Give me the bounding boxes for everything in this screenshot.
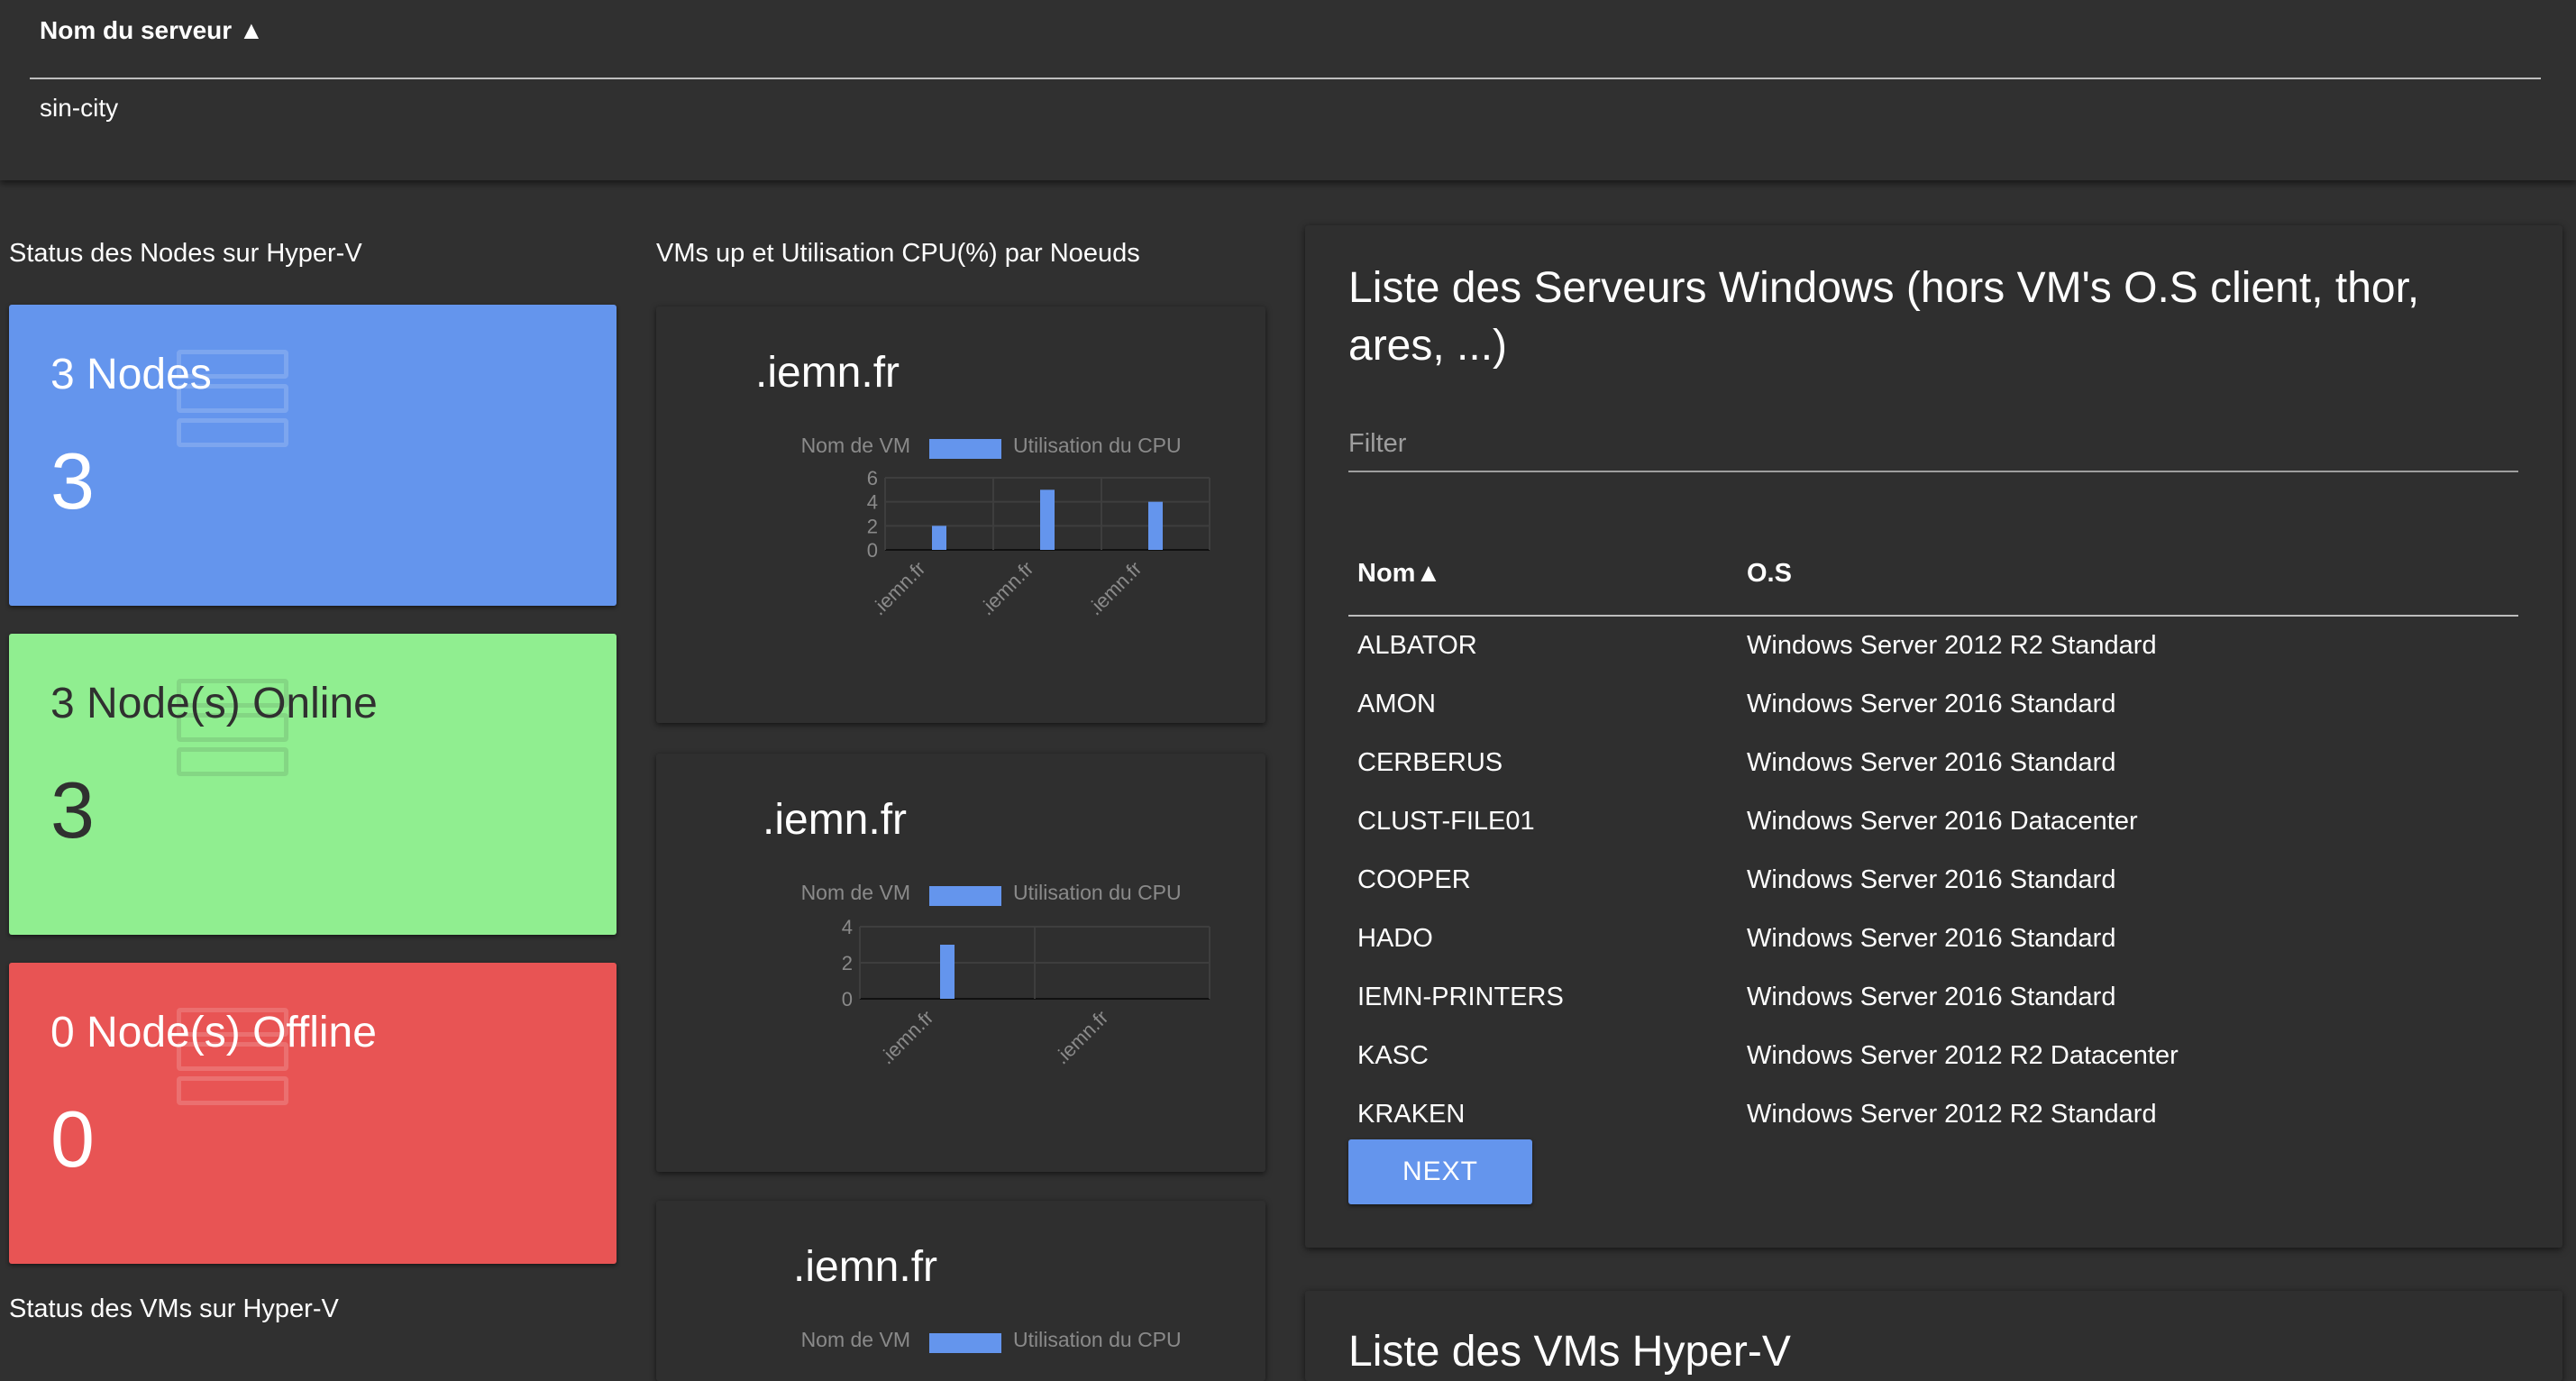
bar	[1040, 489, 1055, 550]
vms-cpu-title: VMs up et Utilisation CPU(%) par Noeuds	[656, 239, 1140, 268]
column-header-os[interactable]: O.S	[1738, 532, 2518, 617]
legend-label: Utilisation du CPU	[1013, 434, 1182, 457]
nodes-offline-card: 0 Node(s) Offline 0	[9, 963, 617, 1264]
table-row[interactable]: AMON Windows Server 2016 Standard	[1348, 675, 2518, 734]
table-row[interactable]: HADO Windows Server 2016 Standard	[1348, 910, 2518, 968]
server-os-cell: Windows Server 2016 Standard	[1747, 924, 2116, 953]
server-name-cell: CLUST-FILE01	[1357, 807, 1535, 836]
bar	[940, 945, 955, 999]
y-tick-label: 6	[867, 467, 878, 489]
nodes-total-card: 3 Nodes 3	[9, 305, 617, 606]
table-row[interactable]: ALBATOR Windows Server 2012 R2 Standard	[1348, 616, 2518, 675]
card-count: 3	[50, 436, 95, 526]
y-tick-label: 0	[867, 539, 878, 562]
server-name-cell: KASC	[1357, 1041, 1429, 1070]
table-row[interactable]: KRAKEN Windows Server 2012 R2 Standard	[1348, 1085, 2518, 1144]
card-label: 3 Nodes	[50, 351, 212, 398]
legend-label: Nom de VM	[801, 434, 910, 457]
legend-label: Nom de VM	[801, 881, 910, 904]
card-label: 0 Node(s) Offline	[50, 1009, 377, 1056]
y-tick-label: 0	[842, 988, 853, 1011]
y-tick-label: 2	[842, 952, 853, 974]
x-tick-label: .iemn.fr	[867, 557, 930, 620]
table-row[interactable]: KASC Windows Server 2012 R2 Datacenter	[1348, 1027, 2518, 1085]
table-row[interactable]: IEMN-PRINTERS Windows Server 2016 Standar…	[1348, 968, 2518, 1027]
table-row[interactable]: CERBERUS Windows Server 2016 Standard	[1348, 734, 2518, 792]
server-name-cell: ALBATOR	[1357, 631, 1477, 660]
column-header-name[interactable]: Nom▲	[1348, 532, 1738, 617]
node-chart-card: .iemn.fr Nom de VM Utilisation du CPU	[656, 1201, 1265, 1381]
header-divider	[30, 78, 2541, 79]
servers-panel-title: Liste des Serveurs Windows (hors VM's O.…	[1348, 264, 2420, 370]
x-tick-label: .iemn.fr	[875, 1006, 938, 1069]
card-label: 3 Node(s) Online	[50, 680, 378, 727]
server-os-cell: Windows Server 2016 Standard	[1747, 748, 2116, 777]
server-os-cell: Windows Server 2012 R2 Standard	[1747, 1100, 2157, 1129]
server-name-cell: HADO	[1357, 924, 1433, 953]
server-os-cell: Windows Server 2016 Standard	[1747, 983, 2116, 1011]
table-header-row: Nom▲ O.S	[1348, 532, 2518, 617]
server-os-cell: Windows Server 2012 R2 Standard	[1747, 631, 2157, 660]
windows-servers-panel: Liste des Serveurs Windows (hors VM's O.…	[1305, 225, 2562, 1248]
vms-status-title: Status des VMs sur Hyper-V	[9, 1294, 339, 1323]
server-header: Nom du serveur ▲ sin-city	[0, 0, 2576, 180]
legend-label: Utilisation du CPU	[1013, 1328, 1182, 1351]
server-os-cell: Windows Server 2012 R2 Datacenter	[1747, 1041, 2179, 1070]
nodes-online-card: 3 Node(s) Online 3	[9, 634, 617, 935]
server-os-cell: Windows Server 2016 Standard	[1747, 690, 2116, 718]
x-tick-label: .iemn.fr	[975, 557, 1038, 620]
bar	[1148, 501, 1163, 550]
sort-ascending-icon: ▲	[238, 16, 264, 44]
legend-swatch	[929, 886, 1001, 906]
server-name-cell: AMON	[1357, 690, 1436, 718]
server-os-cell: Windows Server 2016 Datacenter	[1747, 807, 2138, 836]
x-tick-label: .iemn.fr	[1050, 1006, 1113, 1069]
card-count: 0	[50, 1094, 95, 1184]
next-page-button[interactable]: NEXT	[1348, 1139, 1532, 1204]
card-count: 3	[50, 765, 95, 855]
filter-input[interactable]	[1348, 416, 2518, 472]
y-tick-label: 4	[867, 491, 878, 514]
node-chart-card: .iemn.fr Nom de VM Utilisation du CPU 0 2 4.…	[656, 754, 1265, 1172]
legend-label: Nom de VM	[801, 1328, 910, 1351]
vms-panel-title: Liste des VMs Hyper-V	[1348, 1328, 1791, 1376]
server-name-cell: COOPER	[1357, 865, 1471, 894]
table-row[interactable]: COOPER Windows Server 2016 Standard	[1348, 851, 2518, 910]
server-name-cell: CERBERUS	[1357, 748, 1503, 777]
table-row[interactable]: CLUST-FILE01 Windows Server 2016 Datacent…	[1348, 792, 2518, 851]
x-tick-label: .iemn.fr	[1083, 557, 1146, 620]
server-name-cell: IEMN-PRINTERS	[1357, 983, 1564, 1011]
hyperv-vms-panel: Liste des VMs Hyper-V	[1305, 1291, 2562, 1381]
server-name-value: sin-city	[40, 94, 119, 122]
sort-ascending-icon: ▲	[1415, 558, 1442, 588]
cpu-bar-chart: Nom de VM Utilisation du CPU 0 2 4 .iemn.fr .i…	[801, 881, 1210, 1069]
bar	[932, 526, 946, 550]
node-chart-card: .iemn.fr Nom de VM Utilisation du CPU 0 2 4 6…	[656, 306, 1265, 723]
legend-swatch	[929, 439, 1001, 459]
nodes-status-title: Status des Nodes sur Hyper-V	[9, 239, 362, 268]
legend-label: Utilisation du CPU	[1013, 881, 1182, 904]
servers-table: Nom▲ O.S ALBATOR Windows Server 2012 R2 S…	[1348, 532, 2518, 1144]
server-name-cell: KRAKEN	[1357, 1100, 1466, 1129]
server-name-column-header[interactable]: Nom du serveur ▲	[40, 16, 264, 45]
y-tick-label: 2	[867, 515, 878, 537]
cpu-bar-chart: Nom de VM Utilisation du CPU	[801, 1328, 1182, 1353]
legend-swatch	[929, 1333, 1001, 1353]
y-tick-label: 4	[842, 916, 853, 938]
server-os-cell: Windows Server 2016 Standard	[1747, 865, 2116, 894]
cpu-bar-chart: Nom de VM Utilisation du CPU 0246 .iemn.fr.…	[801, 434, 1210, 620]
